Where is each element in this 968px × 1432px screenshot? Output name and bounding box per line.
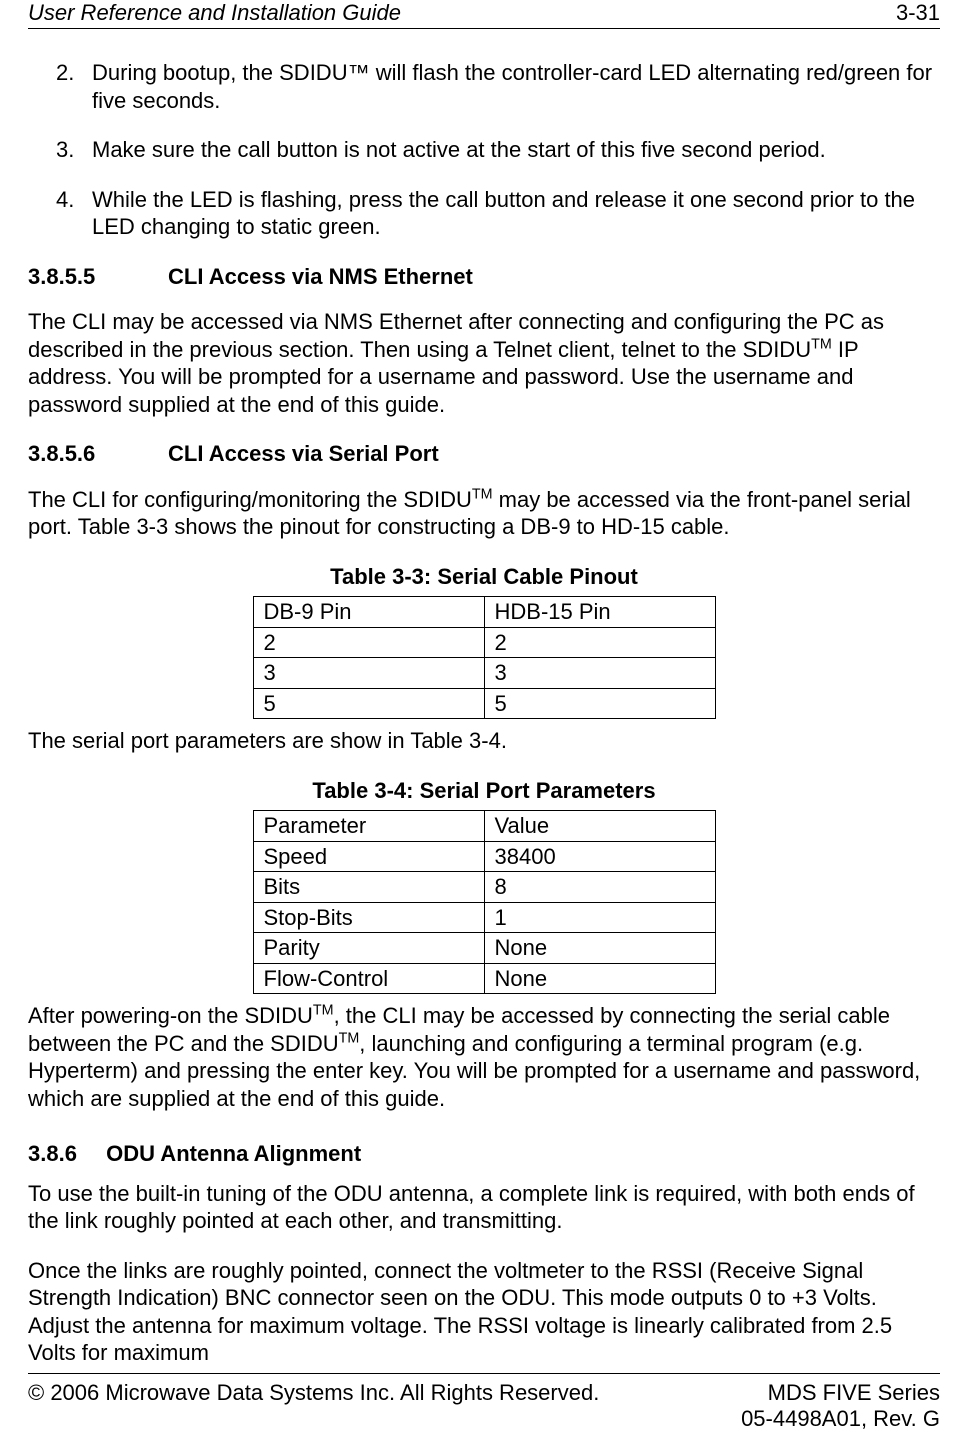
heading-number: 3.8.5.5 — [28, 263, 168, 291]
text: After powering-on the SDIDU — [28, 1003, 313, 1028]
table-row: Bits 8 — [253, 872, 715, 903]
table-cell: 2 — [253, 627, 484, 658]
list-number: 4. — [56, 186, 92, 241]
table-cell: Stop-Bits — [253, 902, 484, 933]
table-34-caption: Table 3-4: Serial Port Parameters — [28, 777, 940, 805]
section-heading-3855: 3.8.5.5 CLI Access via NMS Ethernet — [28, 263, 940, 291]
list-text: While the LED is flashing, press the cal… — [92, 186, 940, 241]
table-header-cell: DB-9 Pin — [253, 597, 484, 628]
list-text: During bootup, the SDIDU™ will flash the… — [92, 59, 940, 114]
trademark-sup: TM — [472, 486, 493, 502]
section-heading-386: 3.8.6 ODU Antenna Alignment — [28, 1140, 940, 1168]
table-header-cell: Value — [484, 811, 715, 842]
list-number: 3. — [56, 136, 92, 164]
table-cell: 5 — [253, 688, 484, 719]
table-cell: Speed — [253, 841, 484, 872]
text: The CLI for configuring/monitoring the S… — [28, 487, 472, 512]
section-heading-3856: 3.8.5.6 CLI Access via Serial Port — [28, 440, 940, 468]
header-page-number: 3-31 — [896, 0, 940, 26]
footer-revision: 05-4498A01, Rev. G — [741, 1406, 940, 1432]
heading-title: CLI Access via Serial Port — [168, 440, 439, 468]
footer-series: MDS FIVE Series — [741, 1380, 940, 1406]
heading-number: 3.8.5.6 — [28, 440, 168, 468]
list-text: Make sure the call button is not active … — [92, 136, 940, 164]
table-row: Speed 38400 — [253, 841, 715, 872]
table-cell: Bits — [253, 872, 484, 903]
paragraph: The serial port parameters are show in T… — [28, 727, 940, 755]
table-cell: Parity — [253, 933, 484, 964]
table-row: 5 5 — [253, 688, 715, 719]
serial-port-parameters-table: Parameter Value Speed 38400 Bits 8 Stop-… — [253, 810, 716, 994]
table-row: Stop-Bits 1 — [253, 902, 715, 933]
table-header-cell: Parameter — [253, 811, 484, 842]
table-row: 3 3 — [253, 658, 715, 689]
table-cell: 1 — [484, 902, 715, 933]
heading-title: ODU Antenna Alignment — [106, 1141, 361, 1166]
table-cell: 3 — [253, 658, 484, 689]
paragraph: After powering-on the SDIDUTM, the CLI m… — [28, 1002, 940, 1112]
page-content: 2. During bootup, the SDIDU™ will flash … — [28, 59, 940, 1373]
table-cell: 5 — [484, 688, 715, 719]
table-cell: Flow-Control — [253, 963, 484, 994]
paragraph: To use the built-in tuning of the ODU an… — [28, 1180, 940, 1235]
header-title: User Reference and Installation Guide — [28, 0, 401, 26]
table-row: Flow-Control None — [253, 963, 715, 994]
paragraph: The CLI for configuring/monitoring the S… — [28, 486, 940, 541]
footer-doc-id: MDS FIVE Series 05-4498A01, Rev. G — [741, 1380, 940, 1432]
footer-copyright: © 2006 Microwave Data Systems Inc. All R… — [28, 1380, 599, 1432]
list-number: 2. — [56, 59, 92, 114]
table-row: Parameter Value — [253, 811, 715, 842]
list-item: 3. Make sure the call button is not acti… — [56, 136, 940, 164]
paragraph: The CLI may be accessed via NMS Ethernet… — [28, 308, 940, 418]
table-row: 2 2 — [253, 627, 715, 658]
paragraph: Once the links are roughly pointed, conn… — [28, 1257, 940, 1367]
table-row: DB-9 Pin HDB-15 Pin — [253, 597, 715, 628]
heading-title: CLI Access via NMS Ethernet — [168, 263, 473, 291]
trademark-sup: TM — [313, 1003, 334, 1019]
page-footer: © 2006 Microwave Data Systems Inc. All R… — [28, 1373, 940, 1432]
text: The CLI may be accessed via NMS Ethernet… — [28, 309, 884, 362]
table-cell: 38400 — [484, 841, 715, 872]
serial-cable-pinout-table: DB-9 Pin HDB-15 Pin 2 2 3 3 5 5 — [253, 596, 716, 719]
table-cell: None — [484, 963, 715, 994]
trademark-sup: TM — [339, 1030, 360, 1046]
table-cell: 2 — [484, 627, 715, 658]
trademark-sup: TM — [811, 336, 832, 352]
table-cell: 8 — [484, 872, 715, 903]
table-row: Parity None — [253, 933, 715, 964]
list-item: 4. While the LED is flashing, press the … — [56, 186, 940, 241]
page-header: User Reference and Installation Guide 3-… — [28, 0, 940, 29]
table-33-caption: Table 3-3: Serial Cable Pinout — [28, 563, 940, 591]
table-cell: None — [484, 933, 715, 964]
table-header-cell: HDB-15 Pin — [484, 597, 715, 628]
heading-number: 3.8.6 — [28, 1140, 100, 1168]
table-cell: 3 — [484, 658, 715, 689]
list-item: 2. During bootup, the SDIDU™ will flash … — [56, 59, 940, 114]
